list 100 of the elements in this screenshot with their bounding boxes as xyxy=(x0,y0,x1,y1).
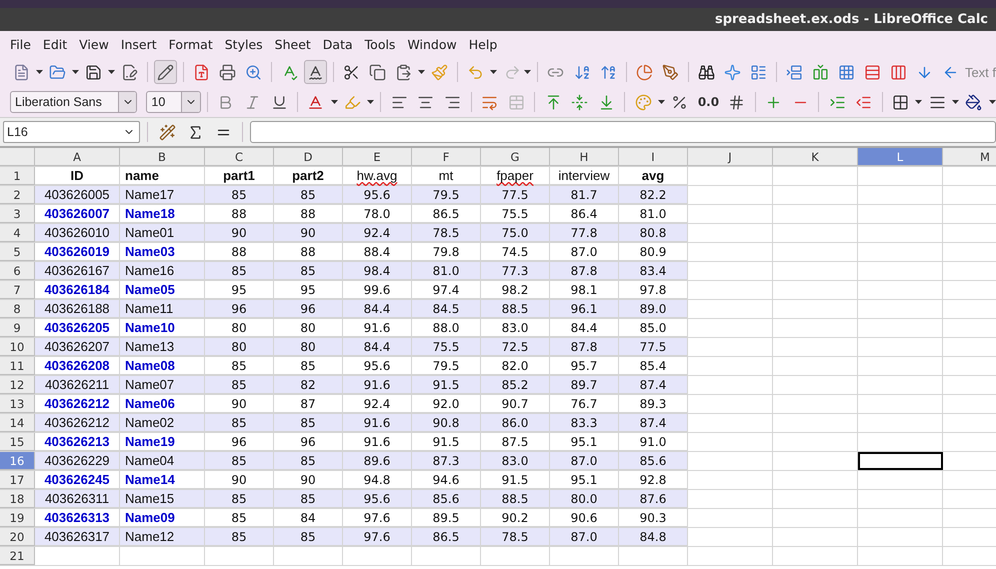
grid-icon[interactable] xyxy=(838,64,855,80)
column-header[interactable]: C xyxy=(205,148,274,166)
row-header[interactable]: 3 xyxy=(0,205,35,223)
paste-icon[interactable] xyxy=(395,64,412,80)
table-cell: 95.6 xyxy=(343,186,412,204)
table-cell: 85 xyxy=(205,376,274,394)
table-cell: 72.5 xyxy=(481,338,550,356)
pencil-icon[interactable] xyxy=(157,64,174,80)
binoculars-icon[interactable] xyxy=(698,64,715,80)
row-header[interactable]: 11 xyxy=(0,357,35,375)
name-box[interactable]: L16 xyxy=(3,121,140,143)
spellcheck-icon[interactable] xyxy=(307,64,324,80)
dropdown-caret-icon[interactable] xyxy=(367,100,374,104)
row-header[interactable]: 14 xyxy=(0,414,35,432)
row-header[interactable]: 19 xyxy=(0,509,35,527)
row-header[interactable]: 10 xyxy=(0,338,35,356)
menu-item[interactable]: Tools xyxy=(358,36,402,52)
dropdown-caret-icon[interactable] xyxy=(72,70,80,74)
menu-item[interactable]: Insert xyxy=(114,36,163,52)
column-header[interactable]: B xyxy=(120,148,205,166)
save-icon[interactable] xyxy=(85,64,102,80)
dropdown-caret-icon[interactable] xyxy=(952,100,960,104)
row-header[interactable]: 8 xyxy=(0,300,35,318)
column-header[interactable]: J xyxy=(688,148,773,166)
table-cell: 80.8 xyxy=(619,224,688,242)
row-header[interactable]: 20 xyxy=(0,528,35,546)
dropdown-caret-icon[interactable] xyxy=(36,70,44,74)
hash-icon[interactable] xyxy=(728,94,746,110)
table-cell: 89.0 xyxy=(619,300,688,318)
row-header[interactable]: 21 xyxy=(0,547,35,565)
row-header[interactable]: 18 xyxy=(0,490,35,508)
table-cell: 85 xyxy=(205,490,274,508)
row-header[interactable]: 2 xyxy=(0,186,35,204)
menu-item[interactable]: Sheet xyxy=(268,36,317,52)
pie-chart-icon[interactable] xyxy=(636,64,653,80)
delete-columns-icon[interactable] xyxy=(890,64,907,80)
magnifier-icon[interactable] xyxy=(245,64,262,80)
row-header[interactable]: 5 xyxy=(0,243,35,261)
menu-item[interactable]: File xyxy=(4,36,37,52)
borders-icon[interactable] xyxy=(892,94,910,110)
formula-input-field[interactable] xyxy=(250,121,996,143)
dropdown-caret-icon[interactable] xyxy=(418,70,426,74)
table-cell: 77.3 xyxy=(481,262,550,280)
toggle-button[interactable] xyxy=(154,60,178,84)
dropdown-caret-icon[interactable] xyxy=(658,100,666,104)
row-header[interactable]: 15 xyxy=(0,433,35,451)
column-header[interactable]: D xyxy=(274,148,343,166)
dropdown-caret-icon[interactable] xyxy=(330,100,338,104)
font-name-field[interactable]: Liberation Sans xyxy=(10,91,138,113)
function-wizard-icon[interactable] xyxy=(158,124,176,140)
row-header[interactable]: 4 xyxy=(0,224,35,242)
dropdown-caret-icon[interactable] xyxy=(490,70,498,74)
column-header[interactable]: H xyxy=(550,148,619,166)
menu-item[interactable]: Edit xyxy=(36,36,74,52)
menu-item[interactable]: Format xyxy=(162,36,219,52)
row-header[interactable]: 17 xyxy=(0,471,35,489)
column-header[interactable]: F xyxy=(412,148,481,166)
document-icon[interactable] xyxy=(13,64,30,80)
menu-item[interactable]: Help xyxy=(462,36,504,52)
menu-item[interactable]: Data xyxy=(316,36,359,52)
dropdown-caret-icon[interactable] xyxy=(988,100,996,104)
row-header[interactable]: 7 xyxy=(0,281,35,299)
column-header[interactable]: G xyxy=(481,148,550,166)
column-header[interactable]: A xyxy=(35,148,120,166)
column-header[interactable]: M xyxy=(943,148,996,166)
column-header[interactable]: K xyxy=(773,148,858,166)
dropdown-caret-icon[interactable] xyxy=(108,70,116,74)
delete-rows-icon[interactable] xyxy=(864,64,881,80)
row-header[interactable]: 12 xyxy=(0,376,35,394)
number-format-button[interactable]: 0.0 xyxy=(694,95,722,109)
toggle-button[interactable] xyxy=(304,60,328,84)
scissors-icon[interactable] xyxy=(343,64,360,80)
row-header[interactable]: 6 xyxy=(0,262,35,280)
table-cell: 78.5 xyxy=(412,224,481,242)
table-cell: Name16 xyxy=(120,262,205,280)
dropdown-caret-icon[interactable] xyxy=(915,100,922,104)
sort-ascending-icon[interactable] xyxy=(574,64,591,80)
row-header[interactable]: 9 xyxy=(0,319,35,337)
menu-item[interactable]: Styles xyxy=(218,36,269,52)
menu-item[interactable]: View xyxy=(73,36,115,52)
list-icon[interactable] xyxy=(750,64,767,80)
folder-icon[interactable] xyxy=(49,64,66,80)
row-header[interactable]: 13 xyxy=(0,395,35,413)
printer-icon[interactable] xyxy=(219,64,236,80)
font-color-icon[interactable] xyxy=(307,94,324,110)
column-header[interactable]: I xyxy=(619,148,688,166)
font-size-field[interactable]: 10 xyxy=(146,91,201,113)
pen-icon[interactable] xyxy=(662,64,679,80)
paint-bucket-icon[interactable] xyxy=(965,94,982,110)
menu-item[interactable]: Window xyxy=(401,36,463,52)
star-icon[interactable] xyxy=(724,64,741,80)
percent-icon[interactable] xyxy=(671,94,688,110)
row-header[interactable]: 1 xyxy=(0,167,35,185)
align-middle-icon[interactable] xyxy=(571,94,588,110)
edit-document-icon[interactable] xyxy=(121,64,138,80)
selected-cell[interactable] xyxy=(858,452,943,470)
column-header[interactable]: E xyxy=(343,148,412,166)
underline-icon[interactable] xyxy=(270,94,288,110)
copy-icon[interactable] xyxy=(369,64,386,80)
sort-descending-icon[interactable] xyxy=(600,64,617,80)
